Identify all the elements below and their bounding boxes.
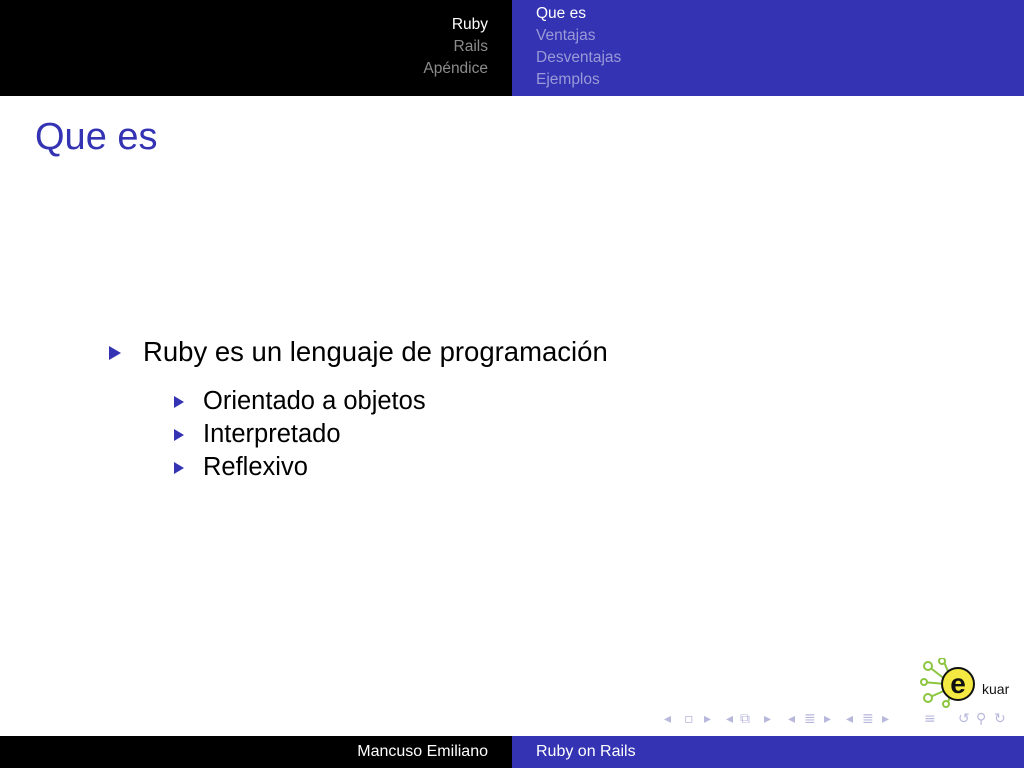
nav-left-icon[interactable]: ◂ [726,708,733,730]
sub-list-item: Interpretado [203,420,341,448]
nav-appendix-icon[interactable]: ≡ [924,708,936,730]
bullet-triangle-icon [174,429,184,441]
logo-text: kuar [982,681,1010,697]
sub-list-item: Reflexivo [203,453,308,481]
navigation-controls: ◂ ▫ ▸ ◂ ⧉ ▸ ◂ ≣ ▸ ◂ ≣ ▸ ≡ ↺ ⚲ ↻ [664,708,1024,730]
subsection-link-ventajas[interactable]: Ventajas [536,25,621,47]
footer-author-bar: Mancuso Emiliano [0,736,512,768]
nav-subsection-icon[interactable]: ⧉ [740,708,750,730]
bullet-triangle-icon [174,396,184,408]
bullet-triangle-icon [109,346,121,360]
ekuar-logo: e kuar [920,657,1020,708]
footer-title-bar: Ruby on Rails [512,736,1024,768]
subsection-link-que-es[interactable]: Que es [536,3,621,25]
frame-title: Que es [35,116,158,158]
subsection-nav: Que es Ventajas Desventajas Ejemplos [512,0,1024,96]
section-link-apendice[interactable]: Apéndice [423,58,488,80]
nav-right-icon[interactable]: ▸ [882,708,889,730]
nav-left-icon[interactable]: ◂ [846,708,853,730]
sub-list-item: Orientado a objetos [203,387,426,415]
nav-section-icon[interactable]: ≣ [804,708,816,730]
subsection-link-ejemplos[interactable]: Ejemplos [536,69,621,91]
list-item: Ruby es un lenguaje de programación [143,336,608,367]
nav-document-icon[interactable]: ≣ [862,708,874,730]
bullet-triangle-icon [174,462,184,474]
nav-right-icon[interactable]: ▸ [764,708,771,730]
nav-forward-icon[interactable]: ↻ [994,708,1006,730]
footer-title: Ruby on Rails [536,743,636,760]
footer-author: Mancuso Emiliano [357,743,488,760]
header-bar: Ruby Rails Apéndice Que es Ventajas Desv… [0,0,1024,96]
nav-left-icon[interactable]: ◂ [788,708,795,730]
subsection-link-desventajas[interactable]: Desventajas [536,47,621,69]
section-link-ruby[interactable]: Ruby [423,14,488,36]
nav-back-icon[interactable]: ↺ [958,708,970,730]
section-link-rails[interactable]: Rails [423,36,488,58]
logo-letter: e [950,668,966,699]
section-nav: Ruby Rails Apéndice [0,0,512,96]
nav-search-icon[interactable]: ⚲ [976,708,986,730]
nav-right-icon[interactable]: ▸ [704,708,711,730]
nav-right-icon[interactable]: ▸ [824,708,831,730]
nav-left-icon[interactable]: ◂ [664,708,671,730]
nav-frame-icon[interactable]: ▫ [684,708,694,730]
